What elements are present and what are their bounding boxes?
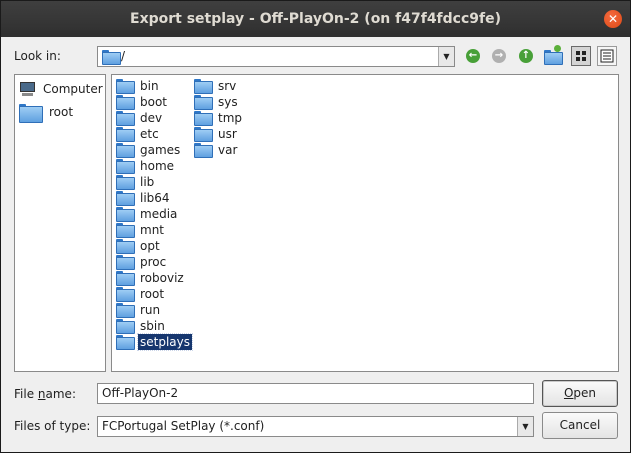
file-type-combo[interactable]: FCPortugal SetPlay (*.conf) ▼ (97, 416, 534, 437)
back-icon: ← (466, 49, 480, 63)
list-item-label: home (140, 159, 175, 173)
back-button[interactable]: ← (463, 46, 483, 66)
parent-folder-button[interactable]: ↑ (516, 46, 536, 66)
file-type-value: FCPortugal SetPlay (*.conf) (102, 419, 265, 433)
list-item-label: root (140, 287, 165, 301)
folder-icon (116, 111, 135, 126)
detail-view-button[interactable] (597, 46, 617, 66)
parent-folder-icon: ↑ (519, 49, 533, 63)
forward-icon: → (492, 49, 506, 63)
export-dialog: Export setplay - Off-PlayOn-2 (on f47f4f… (0, 0, 631, 453)
list-item-label: lib (140, 175, 155, 189)
list-item-label: lib64 (140, 191, 170, 205)
folder-icon (116, 79, 135, 94)
folder-icon (116, 175, 135, 190)
folder-icon (194, 95, 213, 110)
folder-icon (116, 207, 135, 222)
folder-icon (194, 127, 213, 142)
chevron-down-icon[interactable]: ▼ (517, 417, 533, 436)
file-name-label: File name: (14, 387, 76, 401)
list-item-label: var (218, 143, 238, 157)
folder-icon (116, 303, 135, 318)
list-item-label: opt (140, 239, 160, 253)
file-list[interactable]: bin boot dev etc games home lib lib64 media mnt op… (111, 74, 619, 372)
list-item-label: mnt (140, 223, 164, 237)
computer-icon (19, 82, 36, 96)
chevron-down-icon[interactable]: ▼ (438, 47, 454, 66)
list-item-label: media (140, 207, 178, 221)
sidebar-item-label: Computer (43, 82, 103, 96)
cancel-button[interactable]: Cancel (542, 412, 618, 439)
look-in-combo[interactable]: / ▼ (97, 46, 455, 67)
list-item-label: roboviz (140, 271, 184, 285)
detail-view-icon (600, 49, 614, 63)
new-folder-button[interactable] (543, 45, 563, 66)
list-view-icon (576, 51, 586, 61)
folder-icon (116, 95, 135, 110)
places-sidebar: Computer root (14, 74, 106, 372)
list-item-label: sys (218, 95, 238, 109)
title-bar: Export setplay - Off-PlayOn-2 (on f47f4f… (1, 1, 630, 37)
close-icon[interactable]: ✕ (604, 10, 622, 28)
list-item-label: srv (218, 79, 237, 93)
folder-icon (116, 239, 135, 254)
folder-icon (19, 104, 43, 123)
list-item-label: proc (140, 255, 167, 269)
list-item-label: setplays (137, 333, 193, 351)
sidebar-item-label: root (49, 105, 74, 119)
folder-icon (116, 255, 135, 270)
forward-button[interactable]: → (489, 46, 509, 66)
list-item-label: etc (140, 127, 159, 141)
folder-icon (116, 319, 135, 334)
new-folder-badge (554, 45, 561, 52)
look-in-value: / (121, 49, 126, 63)
folder-icon (116, 335, 135, 350)
file-name-input[interactable]: Off-PlayOn-2 (97, 383, 534, 404)
folder-icon (116, 271, 135, 286)
folder-icon (116, 159, 135, 174)
folder-icon (116, 127, 135, 142)
folder-icon (116, 191, 135, 206)
file-type-label: Files of type: (14, 419, 91, 433)
list-item-label: bin (140, 79, 159, 93)
folder-icon (194, 143, 213, 158)
folder-icon (194, 79, 213, 94)
list-item-label: sbin (140, 319, 165, 333)
new-folder-icon (544, 50, 563, 65)
folder-icon (116, 143, 135, 158)
folder-icon (194, 111, 213, 126)
look-in-label: Look in: (14, 49, 61, 63)
list-item-label: games (140, 143, 181, 157)
list-item-label: run (140, 303, 161, 317)
list-view-button[interactable] (571, 46, 591, 66)
folder-icon (116, 287, 135, 302)
folder-icon (116, 223, 135, 238)
window-title: Export setplay - Off-PlayOn-2 (on f47f4f… (130, 11, 501, 27)
open-button[interactable]: Open (542, 380, 618, 407)
folder-icon (102, 50, 121, 65)
list-item-label: usr (218, 127, 237, 141)
list-item-label: dev (140, 111, 163, 125)
file-name-value: Off-PlayOn-2 (102, 386, 179, 400)
list-item-label: tmp (218, 111, 243, 125)
list-item-label: boot (140, 95, 168, 109)
